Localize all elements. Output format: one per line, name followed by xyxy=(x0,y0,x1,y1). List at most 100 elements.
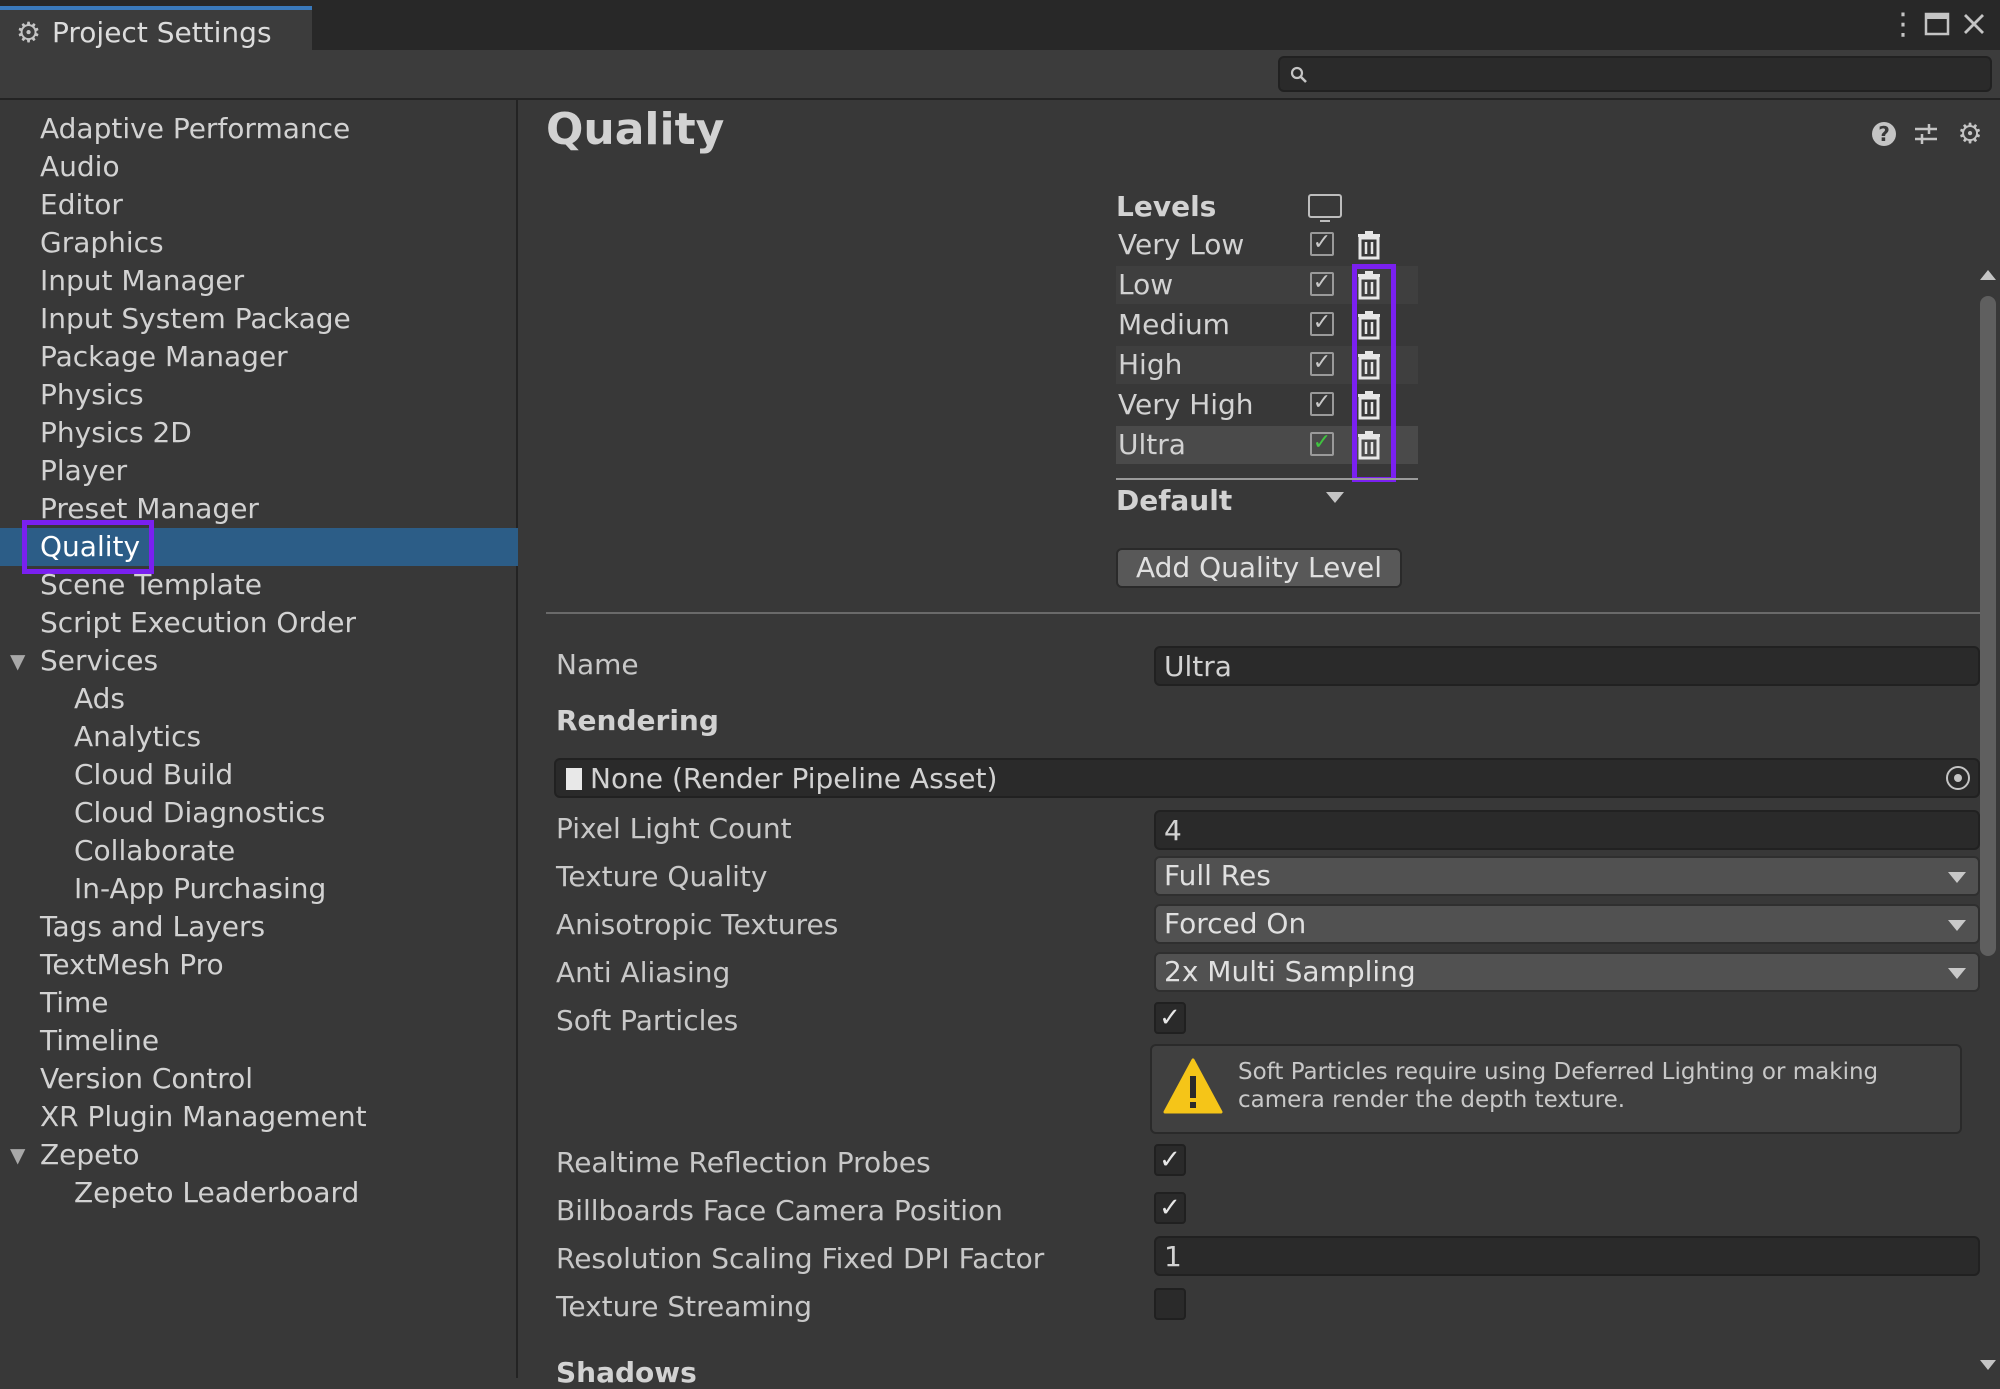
sidebar-item-tags-and-layers[interactable]: Tags and Layers xyxy=(0,908,518,946)
add-quality-level-button[interactable]: Add Quality Level xyxy=(1116,548,1402,588)
scrollbar[interactable] xyxy=(1976,264,2000,1378)
sidebar-item-graphics[interactable]: Graphics xyxy=(0,224,518,262)
sidebar-item-label: Ads xyxy=(74,682,126,715)
sidebar-item-label: Version Control xyxy=(40,1062,254,1095)
sidebar-item-package-manager[interactable]: Package Manager xyxy=(0,338,518,376)
standalone-platform-icon xyxy=(1308,194,1342,222)
sidebar-item-in-app-purchasing[interactable]: In-App Purchasing xyxy=(0,870,518,908)
texture-quality-label: Texture Quality xyxy=(556,860,768,893)
sidebar-item-collaborate[interactable]: Collaborate xyxy=(0,832,518,870)
pixel-light-count-field[interactable]: 4 xyxy=(1154,810,1980,850)
sidebar-item-preset-manager[interactable]: Preset Manager xyxy=(0,490,518,528)
trash-icon[interactable] xyxy=(1356,390,1382,420)
sidebar-item-cloud-build[interactable]: Cloud Build xyxy=(0,756,518,794)
level-name: Low xyxy=(1118,268,1174,301)
render-pipeline-asset-field[interactable]: None (Render Pipeline Asset) xyxy=(554,758,1980,798)
sidebar-item-version-control[interactable]: Version Control xyxy=(0,1060,518,1098)
settings-gear-icon[interactable]: ⚙ xyxy=(1954,118,1986,150)
quality-panel: Quality ? ⚙ Levels Very Low ✓ Low ✓ Medi… xyxy=(520,100,2000,1389)
sidebar-item-time[interactable]: Time xyxy=(0,984,518,1022)
sidebar-item-scene-template[interactable]: Scene Template xyxy=(0,566,518,604)
sidebar-item-zepeto-leaderboard[interactable]: Zepeto Leaderboard xyxy=(0,1174,518,1212)
trash-icon[interactable] xyxy=(1356,310,1382,340)
anisotropic-textures-label: Anisotropic Textures xyxy=(556,908,839,941)
expand-arrow-icon[interactable]: ▼ xyxy=(10,1136,25,1174)
trash-icon[interactable] xyxy=(1356,430,1382,460)
level-enabled-checkbox[interactable]: ✓ xyxy=(1310,272,1334,296)
sidebar-item-input-system-package[interactable]: Input System Package xyxy=(0,300,518,338)
sidebar-item-player[interactable]: Player xyxy=(0,452,518,490)
level-enabled-checkbox[interactable]: ✓ xyxy=(1310,232,1334,256)
sidebar-item-analytics[interactable]: Analytics xyxy=(0,718,518,756)
realtime-reflection-probes-checkbox[interactable]: ✓ xyxy=(1154,1144,1186,1176)
default-row: Default xyxy=(1116,478,1418,520)
texture-streaming-checkbox[interactable] xyxy=(1154,1288,1186,1320)
sidebar-item-cloud-diagnostics[interactable]: Cloud Diagnostics xyxy=(0,794,518,832)
level-enabled-checkbox[interactable]: ✓ xyxy=(1310,432,1334,456)
anisotropic-textures-dropdown[interactable]: Forced On xyxy=(1154,904,1980,944)
more-icon[interactable]: ⋮ xyxy=(1888,8,1918,42)
maximize-icon[interactable] xyxy=(1924,10,1950,44)
quality-level-high[interactable]: High ✓ xyxy=(1116,346,1418,384)
sidebar-item-label: Quality xyxy=(40,530,141,563)
anti-aliasing-dropdown[interactable]: 2x Multi Sampling xyxy=(1154,952,1980,992)
preset-sliders-icon[interactable] xyxy=(1910,118,1942,150)
level-enabled-checkbox[interactable]: ✓ xyxy=(1310,392,1334,416)
quality-level-very-high[interactable]: Very High ✓ xyxy=(1116,386,1418,424)
name-value: Ultra xyxy=(1164,650,1232,683)
settings-sidebar: Adaptive Performance Audio Editor Graphi… xyxy=(0,100,518,1378)
quality-level-medium[interactable]: Medium ✓ xyxy=(1116,306,1418,344)
sidebar-item-zepeto[interactable]: ▼ Zepeto xyxy=(0,1136,518,1174)
sidebar-item-editor[interactable]: Editor xyxy=(0,186,518,224)
sidebar-item-xr-plugin-management[interactable]: XR Plugin Management xyxy=(0,1098,518,1136)
sidebar-item-audio[interactable]: Audio xyxy=(0,148,518,186)
scroll-up-arrow-icon[interactable] xyxy=(1980,270,1996,280)
level-name: Medium xyxy=(1118,308,1230,341)
dpi-factor-field[interactable]: 1 xyxy=(1154,1236,1980,1276)
levels-header: Levels xyxy=(1116,190,1217,223)
sidebar-item-timeline[interactable]: Timeline xyxy=(0,1022,518,1060)
sidebar-item-label: Graphics xyxy=(40,226,164,259)
sidebar-item-script-execution-order[interactable]: Script Execution Order xyxy=(0,604,518,642)
dropdown-arrow-icon xyxy=(1948,920,1966,931)
level-enabled-checkbox[interactable]: ✓ xyxy=(1310,352,1334,376)
sidebar-item-ads[interactable]: Ads xyxy=(0,680,518,718)
sidebar-item-adaptive-performance[interactable]: Adaptive Performance xyxy=(0,110,518,148)
soft-particles-checkbox[interactable]: ✓ xyxy=(1154,1002,1186,1034)
scrollbar-thumb[interactable] xyxy=(1980,296,1996,956)
sidebar-item-services[interactable]: ▼ Services xyxy=(0,642,518,680)
sidebar-item-input-manager[interactable]: Input Manager xyxy=(0,262,518,300)
sidebar-item-label: Scene Template xyxy=(40,568,263,601)
help-icon[interactable]: ? xyxy=(1872,122,1896,146)
object-picker-icon[interactable] xyxy=(1946,766,1970,790)
sidebar-item-label: Input Manager xyxy=(40,264,245,297)
search-icon xyxy=(1290,60,1308,90)
project-settings-tab[interactable]: ⚙ Project Settings xyxy=(0,6,312,50)
sidebar-item-quality[interactable]: Quality xyxy=(0,528,518,566)
trash-icon[interactable] xyxy=(1356,350,1382,380)
scroll-down-arrow-icon[interactable] xyxy=(1980,1360,1996,1370)
expand-arrow-icon[interactable]: ▼ xyxy=(10,642,25,680)
sidebar-item-physics[interactable]: Physics xyxy=(0,376,518,414)
quality-level-low[interactable]: Low ✓ xyxy=(1116,266,1418,304)
sidebar-item-label: Cloud Build xyxy=(74,758,234,791)
name-field[interactable]: Ultra xyxy=(1154,646,1980,686)
billboards-face-camera-checkbox[interactable]: ✓ xyxy=(1154,1192,1186,1224)
sidebar-item-label: Cloud Diagnostics xyxy=(74,796,326,829)
close-icon[interactable] xyxy=(1962,10,1986,44)
trash-icon[interactable] xyxy=(1356,230,1382,260)
sidebar-item-physics-2d[interactable]: Physics 2D xyxy=(0,414,518,452)
trash-icon[interactable] xyxy=(1356,270,1382,300)
sidebar-item-label: XR Plugin Management xyxy=(40,1100,367,1133)
search-input[interactable] xyxy=(1320,58,1984,92)
quality-level-ultra[interactable]: Ultra ✓ xyxy=(1116,426,1418,464)
level-enabled-checkbox[interactable]: ✓ xyxy=(1310,312,1334,336)
quality-level-very-low[interactable]: Very Low ✓ xyxy=(1116,226,1418,264)
warning-text: Soft Particles require using Deferred Li… xyxy=(1238,1059,1879,1113)
texture-quality-dropdown[interactable]: Full Res xyxy=(1154,856,1980,896)
search-box[interactable] xyxy=(1278,56,1992,92)
toolbar xyxy=(0,50,2000,100)
divider xyxy=(546,612,1980,614)
default-dropdown-arrow-icon[interactable] xyxy=(1326,492,1344,503)
sidebar-item-textmesh-pro[interactable]: TextMesh Pro xyxy=(0,946,518,984)
